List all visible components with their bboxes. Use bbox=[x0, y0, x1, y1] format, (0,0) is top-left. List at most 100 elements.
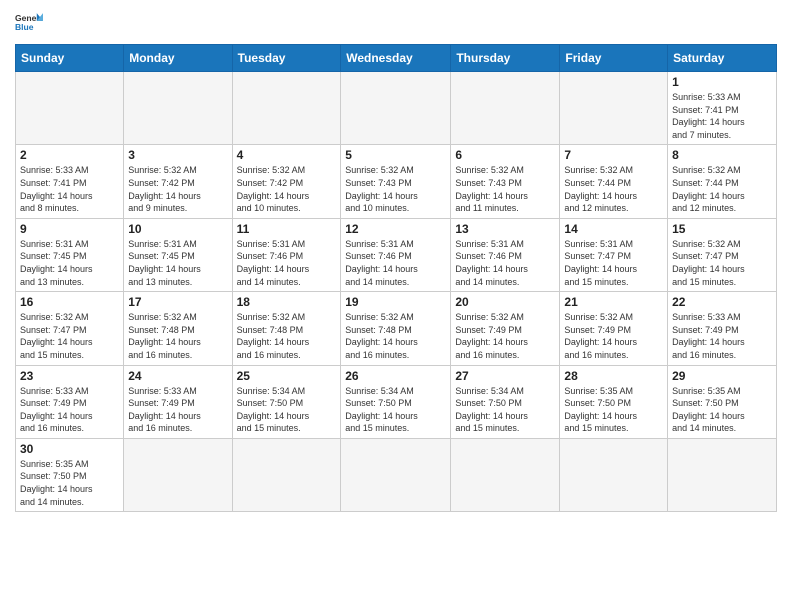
calendar-cell: 16Sunrise: 5:32 AM Sunset: 7:47 PM Dayli… bbox=[16, 292, 124, 365]
day-info: Sunrise: 5:31 AM Sunset: 7:45 PM Dayligh… bbox=[20, 238, 119, 288]
day-info: Sunrise: 5:35 AM Sunset: 7:50 PM Dayligh… bbox=[564, 385, 663, 435]
calendar-cell bbox=[124, 72, 232, 145]
calendar-cell: 26Sunrise: 5:34 AM Sunset: 7:50 PM Dayli… bbox=[341, 365, 451, 438]
day-number: 12 bbox=[345, 222, 446, 236]
day-number: 26 bbox=[345, 369, 446, 383]
calendar-cell: 3 Sunrise: 5:32 AM Sunset: 7:42 PM Daylig… bbox=[124, 145, 232, 218]
calendar-cell: 17Sunrise: 5:32 AM Sunset: 7:48 PM Dayli… bbox=[124, 292, 232, 365]
calendar-cell: 10 Sunrise: 5:31 AM Sunset: 7:45 PM Dayli… bbox=[124, 218, 232, 291]
calendar-cell bbox=[124, 438, 232, 511]
day-number: 30 bbox=[20, 442, 119, 456]
calendar-cell bbox=[341, 72, 451, 145]
generalblue-logo-icon: General Blue bbox=[15, 10, 43, 38]
day-header-saturday: Saturday bbox=[668, 45, 777, 72]
day-header-tuesday: Tuesday bbox=[232, 45, 341, 72]
calendar-cell: 21 Sunrise: 5:32 AM Sunset: 7:49 PM Dayli… bbox=[560, 292, 668, 365]
header: General Blue bbox=[15, 10, 777, 38]
calendar-cell: 5 Sunrise: 5:32 AM Sunset: 7:43 PM Daylig… bbox=[341, 145, 451, 218]
day-info: Sunrise: 5:35 AM Sunset: 7:50 PM Dayligh… bbox=[20, 458, 119, 508]
day-info: Sunrise: 5:33 AM Sunset: 7:41 PM Dayligh… bbox=[672, 91, 772, 141]
day-number: 5 bbox=[345, 148, 446, 162]
calendar-cell: 7Sunrise: 5:32 AM Sunset: 7:44 PM Daylig… bbox=[560, 145, 668, 218]
calendar-cell bbox=[560, 72, 668, 145]
day-number: 18 bbox=[237, 295, 337, 309]
day-number: 27 bbox=[455, 369, 555, 383]
logo: General Blue bbox=[15, 10, 43, 38]
day-number: 20 bbox=[455, 295, 555, 309]
day-number: 3 bbox=[128, 148, 227, 162]
day-number: 1 bbox=[672, 75, 772, 89]
calendar-cell: 25Sunrise: 5:34 AM Sunset: 7:50 PM Dayli… bbox=[232, 365, 341, 438]
svg-text:Blue: Blue bbox=[15, 22, 34, 32]
calendar-cell: 13Sunrise: 5:31 AM Sunset: 7:46 PM Dayli… bbox=[451, 218, 560, 291]
day-info: Sunrise: 5:32 AM Sunset: 7:49 PM Dayligh… bbox=[455, 311, 555, 361]
day-header-thursday: Thursday bbox=[451, 45, 560, 72]
day-number: 2 bbox=[20, 148, 119, 162]
week-row-4: 16Sunrise: 5:32 AM Sunset: 7:47 PM Dayli… bbox=[16, 292, 777, 365]
calendar-cell bbox=[560, 438, 668, 511]
day-info: Sunrise: 5:32 AM Sunset: 7:48 PM Dayligh… bbox=[345, 311, 446, 361]
day-number: 15 bbox=[672, 222, 772, 236]
calendar-cell: 27 Sunrise: 5:34 AM Sunset: 7:50 PM Dayli… bbox=[451, 365, 560, 438]
calendar-cell: 11 Sunrise: 5:31 AM Sunset: 7:46 PM Dayli… bbox=[232, 218, 341, 291]
day-number: 6 bbox=[455, 148, 555, 162]
day-number: 10 bbox=[128, 222, 227, 236]
calendar-cell: 14 Sunrise: 5:31 AM Sunset: 7:47 PM Dayli… bbox=[560, 218, 668, 291]
day-info: Sunrise: 5:32 AM Sunset: 7:43 PM Dayligh… bbox=[345, 164, 446, 214]
day-info: Sunrise: 5:33 AM Sunset: 7:41 PM Dayligh… bbox=[20, 164, 119, 214]
calendar-cell bbox=[16, 72, 124, 145]
day-number: 22 bbox=[672, 295, 772, 309]
calendar-cell: 15Sunrise: 5:32 AM Sunset: 7:47 PM Dayli… bbox=[668, 218, 777, 291]
day-header-wednesday: Wednesday bbox=[341, 45, 451, 72]
day-number: 4 bbox=[237, 148, 337, 162]
calendar-cell bbox=[451, 72, 560, 145]
calendar-cell: 4 Sunrise: 5:32 AM Sunset: 7:42 PM Daylig… bbox=[232, 145, 341, 218]
day-info: Sunrise: 5:32 AM Sunset: 7:43 PM Dayligh… bbox=[455, 164, 555, 214]
day-number: 17 bbox=[128, 295, 227, 309]
day-number: 24 bbox=[128, 369, 227, 383]
day-number: 21 bbox=[564, 295, 663, 309]
calendar-cell bbox=[341, 438, 451, 511]
day-info: Sunrise: 5:32 AM Sunset: 7:44 PM Dayligh… bbox=[672, 164, 772, 214]
calendar-cell: 19Sunrise: 5:32 AM Sunset: 7:48 PM Dayli… bbox=[341, 292, 451, 365]
calendar-cell bbox=[232, 72, 341, 145]
calendar-cell: 8Sunrise: 5:32 AM Sunset: 7:44 PM Daylig… bbox=[668, 145, 777, 218]
day-info: Sunrise: 5:32 AM Sunset: 7:49 PM Dayligh… bbox=[564, 311, 663, 361]
day-number: 29 bbox=[672, 369, 772, 383]
day-info: Sunrise: 5:32 AM Sunset: 7:42 PM Dayligh… bbox=[128, 164, 227, 214]
calendar-cell bbox=[668, 438, 777, 511]
day-number: 14 bbox=[564, 222, 663, 236]
week-row-6: 30 Sunrise: 5:35 AM Sunset: 7:50 PM Dayli… bbox=[16, 438, 777, 511]
day-info: Sunrise: 5:31 AM Sunset: 7:46 PM Dayligh… bbox=[345, 238, 446, 288]
day-header-friday: Friday bbox=[560, 45, 668, 72]
day-info: Sunrise: 5:31 AM Sunset: 7:45 PM Dayligh… bbox=[128, 238, 227, 288]
day-header-sunday: Sunday bbox=[16, 45, 124, 72]
calendar-cell: 12 Sunrise: 5:31 AM Sunset: 7:46 PM Dayli… bbox=[341, 218, 451, 291]
calendar-cell: 20 Sunrise: 5:32 AM Sunset: 7:49 PM Dayli… bbox=[451, 292, 560, 365]
calendar-cell bbox=[451, 438, 560, 511]
calendar-cell: 9Sunrise: 5:31 AM Sunset: 7:45 PM Daylig… bbox=[16, 218, 124, 291]
calendar-cell: 18 Sunrise: 5:32 AM Sunset: 7:48 PM Dayli… bbox=[232, 292, 341, 365]
day-info: Sunrise: 5:34 AM Sunset: 7:50 PM Dayligh… bbox=[455, 385, 555, 435]
week-row-1: 1 Sunrise: 5:33 AM Sunset: 7:41 PM Daylig… bbox=[16, 72, 777, 145]
day-header-monday: Monday bbox=[124, 45, 232, 72]
calendar-cell: 23Sunrise: 5:33 AM Sunset: 7:49 PM Dayli… bbox=[16, 365, 124, 438]
calendar-cell: 28Sunrise: 5:35 AM Sunset: 7:50 PM Dayli… bbox=[560, 365, 668, 438]
day-info: Sunrise: 5:33 AM Sunset: 7:49 PM Dayligh… bbox=[672, 311, 772, 361]
day-info: Sunrise: 5:32 AM Sunset: 7:42 PM Dayligh… bbox=[237, 164, 337, 214]
day-info: Sunrise: 5:32 AM Sunset: 7:48 PM Dayligh… bbox=[237, 311, 337, 361]
day-info: Sunrise: 5:31 AM Sunset: 7:47 PM Dayligh… bbox=[564, 238, 663, 288]
day-info: Sunrise: 5:31 AM Sunset: 7:46 PM Dayligh… bbox=[455, 238, 555, 288]
day-info: Sunrise: 5:31 AM Sunset: 7:46 PM Dayligh… bbox=[237, 238, 337, 288]
day-number: 11 bbox=[237, 222, 337, 236]
calendar-cell: 2 Sunrise: 5:33 AM Sunset: 7:41 PM Daylig… bbox=[16, 145, 124, 218]
week-row-2: 2 Sunrise: 5:33 AM Sunset: 7:41 PM Daylig… bbox=[16, 145, 777, 218]
calendar-cell bbox=[232, 438, 341, 511]
day-number: 23 bbox=[20, 369, 119, 383]
calendar-cell: 24Sunrise: 5:33 AM Sunset: 7:49 PM Dayli… bbox=[124, 365, 232, 438]
calendar-cell: 22 Sunrise: 5:33 AM Sunset: 7:49 PM Dayli… bbox=[668, 292, 777, 365]
day-info: Sunrise: 5:34 AM Sunset: 7:50 PM Dayligh… bbox=[237, 385, 337, 435]
day-number: 16 bbox=[20, 295, 119, 309]
day-headers-row: SundayMondayTuesdayWednesdayThursdayFrid… bbox=[16, 45, 777, 72]
calendar-cell: 30 Sunrise: 5:35 AM Sunset: 7:50 PM Dayli… bbox=[16, 438, 124, 511]
